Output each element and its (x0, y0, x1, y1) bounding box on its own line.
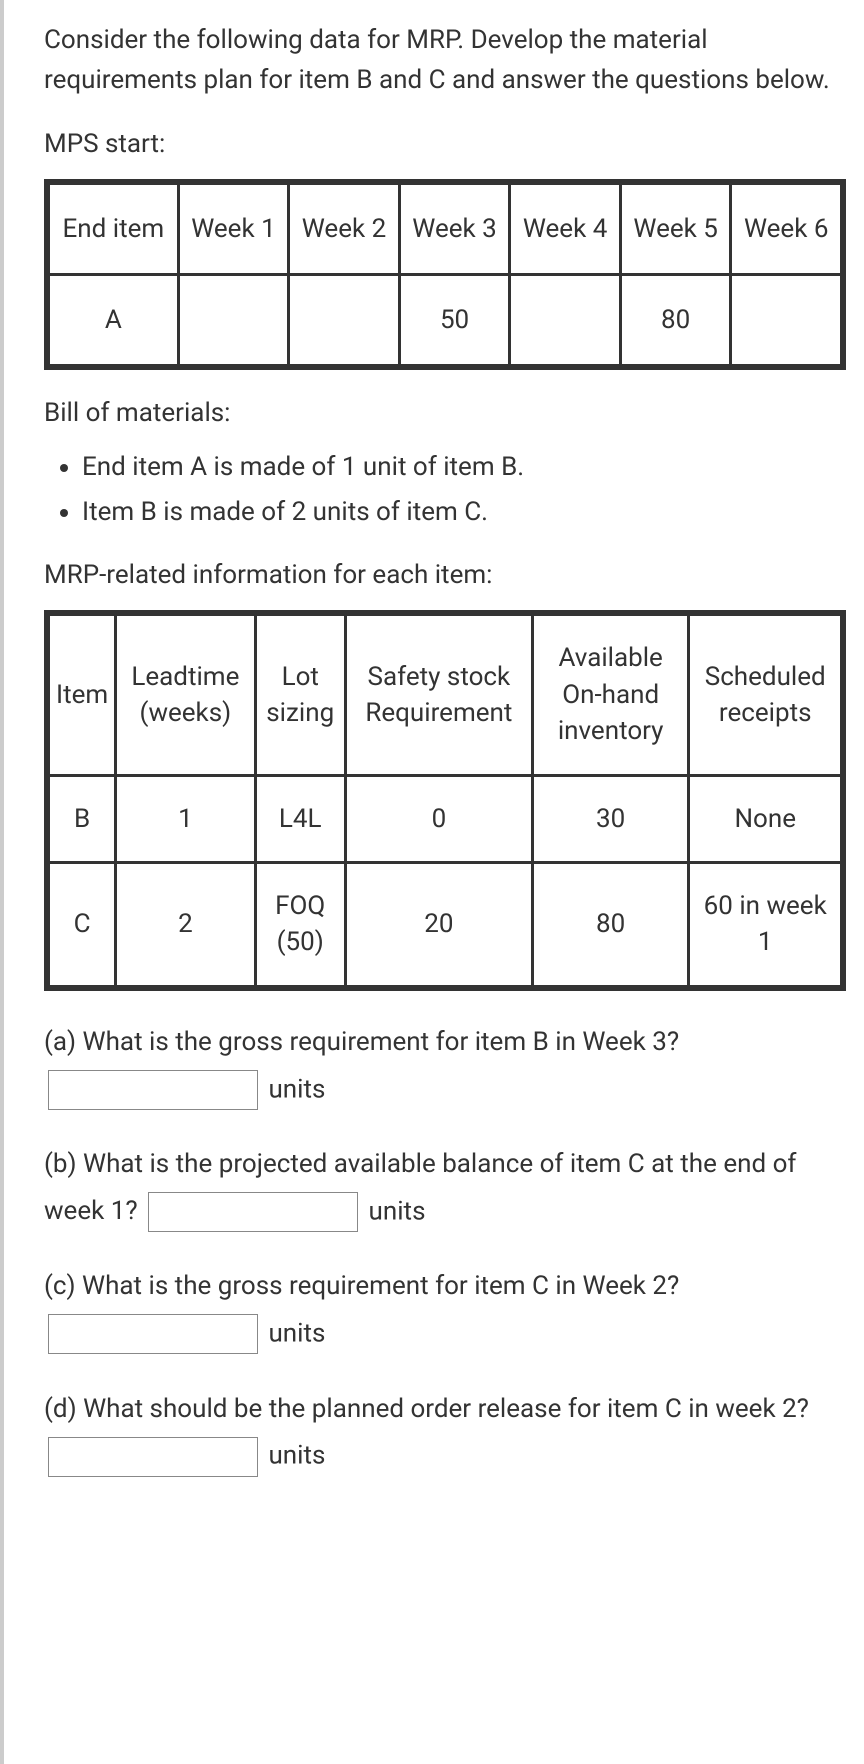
mrp-cell: 1 (117, 777, 253, 861)
mrp-cell: L4L (257, 777, 344, 861)
units-label: units (369, 1197, 426, 1227)
mps-header-item: End item (50, 185, 177, 273)
question-d-text: (d) What should be the planned order rel… (44, 1394, 809, 1424)
mrp-label: MRP-related information for each item: (44, 560, 846, 590)
bom-list: End item A is made of 1 unit of item B. … (44, 448, 846, 532)
mps-header-week2: Week 2 (290, 185, 398, 273)
mrp-header-lotsizing: Lot sizing (257, 616, 344, 773)
mps-header-week1: Week 1 (180, 185, 288, 273)
mrp-cell: 30 (534, 777, 688, 861)
mrp-cell: 80 (534, 864, 688, 985)
mps-cell (511, 276, 619, 364)
question-d: (d) What should be the planned order rel… (44, 1386, 846, 1480)
mrp-cell: C (50, 864, 114, 985)
units-label: units (268, 1441, 325, 1471)
mps-row-item: A (50, 276, 177, 364)
mps-label: MPS start: (44, 129, 846, 159)
mrp-table: Item Leadtime (weeks) Lot sizing Safety … (44, 610, 846, 990)
answer-d-input[interactable] (48, 1437, 258, 1477)
mrp-header-leadtime: Leadtime (weeks) (117, 616, 253, 773)
mrp-cell: None (690, 777, 840, 861)
mrp-cell: 20 (347, 864, 531, 985)
mps-cell (180, 276, 288, 364)
mps-header-week4: Week 4 (511, 185, 619, 273)
mrp-header-item: Item (50, 616, 114, 773)
answer-a-input[interactable] (48, 1070, 258, 1110)
answer-b-input[interactable] (148, 1192, 358, 1232)
mps-cell (732, 276, 840, 364)
mps-header-week6: Week 6 (732, 185, 840, 273)
mrp-header-onhand: Available On-hand inventory (534, 616, 688, 773)
units-label: units (268, 1074, 325, 1104)
mps-cell: 80 (622, 276, 730, 364)
mps-cell (290, 276, 398, 364)
question-b: (b) What is the projected available bala… (44, 1141, 846, 1235)
intro-text: Consider the following data for MRP. Dev… (44, 20, 846, 101)
answer-c-input[interactable] (48, 1314, 258, 1354)
mps-header-week3: Week 3 (401, 185, 509, 273)
mps-header-week5: Week 5 (622, 185, 730, 273)
mrp-cell: FOQ (50) (257, 864, 344, 985)
mrp-header-safety: Safety stock Requirement (347, 616, 531, 773)
question-a: (a) What is the gross requirement for it… (44, 1019, 846, 1113)
units-label: units (268, 1319, 325, 1349)
mrp-cell: 60 in week 1 (690, 864, 840, 985)
mps-cell: 50 (401, 276, 509, 364)
question-c-text: (c) What is the gross requirement for it… (44, 1271, 679, 1301)
mrp-cell: B (50, 777, 114, 861)
bom-label: Bill of materials: (44, 398, 846, 428)
bom-item: Item B is made of 2 units of item C. (82, 493, 846, 532)
mrp-cell: 0 (347, 777, 531, 861)
mrp-header-receipts: Scheduled receipts (690, 616, 840, 773)
question-c: (c) What is the gross requirement for it… (44, 1263, 846, 1357)
bom-item: End item A is made of 1 unit of item B. (82, 448, 846, 487)
mps-table: End item Week 1 Week 2 Week 3 Week 4 Wee… (44, 179, 846, 371)
question-a-text: (a) What is the gross requirement for it… (44, 1027, 679, 1057)
mrp-cell: 2 (117, 864, 253, 985)
